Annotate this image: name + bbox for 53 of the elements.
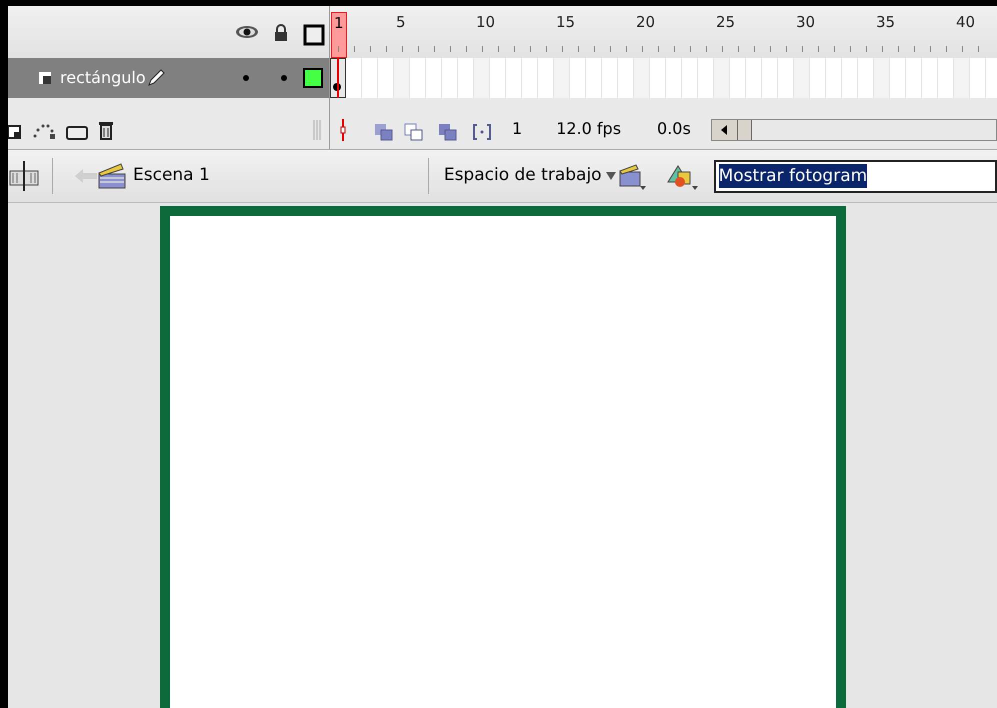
frame-cell[interactable] bbox=[634, 58, 650, 98]
resize-grip-icon[interactable] bbox=[313, 120, 321, 140]
frame-number: 30 bbox=[796, 12, 816, 32]
back-arrow-icon[interactable] bbox=[75, 168, 97, 184]
workspace-dropdown[interactable]: Espacio de trabajo bbox=[444, 163, 616, 189]
frame-cell[interactable] bbox=[394, 58, 410, 98]
outline-square-icon[interactable] bbox=[303, 24, 325, 46]
frame-cell[interactable] bbox=[714, 58, 730, 98]
timeline-toggle-icon[interactable] bbox=[8, 161, 40, 191]
dot-icon[interactable] bbox=[281, 75, 287, 81]
playhead-line bbox=[337, 58, 340, 98]
eye-icon[interactable] bbox=[235, 24, 259, 40]
frame-number: 15 bbox=[556, 12, 576, 32]
scene-name[interactable]: Escena 1 bbox=[133, 163, 210, 189]
lock-icon[interactable] bbox=[273, 24, 289, 42]
elapsed-time: 0.0s bbox=[657, 118, 691, 140]
horizontal-scrollbar[interactable] bbox=[710, 119, 997, 141]
current-frame-marker: 1 bbox=[331, 12, 347, 58]
clapperboard-icon[interactable] bbox=[97, 162, 127, 190]
frame-number: 40 bbox=[956, 12, 976, 32]
frame-cell[interactable] bbox=[554, 58, 570, 98]
onion-skin-icon[interactable] bbox=[374, 123, 394, 141]
frame-number: 10 bbox=[476, 12, 496, 32]
motion-guide-icon[interactable] bbox=[32, 122, 56, 140]
frame-number: 25 bbox=[716, 12, 736, 32]
frame-number: 35 bbox=[876, 12, 896, 32]
add-layer-icon[interactable] bbox=[8, 124, 22, 140]
edit-frames-icon[interactable] bbox=[438, 123, 458, 141]
zoom-value: Mostrar fotogram bbox=[718, 164, 868, 188]
frame-cell[interactable] bbox=[954, 58, 970, 98]
frame-rate: 12.0 fps bbox=[556, 118, 622, 140]
folder-icon[interactable] bbox=[66, 124, 88, 140]
frame-number: 20 bbox=[636, 12, 656, 32]
onion-outline-icon[interactable] bbox=[404, 123, 424, 141]
zoom-field[interactable]: Mostrar fotogram bbox=[714, 160, 997, 192]
outline-color-swatch[interactable] bbox=[303, 68, 323, 88]
onion-markers-icon[interactable] bbox=[472, 123, 492, 141]
scroll-left-button[interactable] bbox=[712, 120, 738, 140]
dropdown-arrow-icon bbox=[606, 172, 616, 180]
playhead-handle-icon[interactable] bbox=[340, 119, 346, 141]
layer-row[interactable]: rectángulo bbox=[8, 58, 330, 98]
frame-cell[interactable] bbox=[474, 58, 490, 98]
left-arrow-icon bbox=[721, 125, 728, 135]
frame-cell[interactable] bbox=[874, 58, 890, 98]
frame-number: 5 bbox=[396, 12, 406, 32]
scroll-thumb[interactable] bbox=[738, 120, 752, 140]
layer-name: rectángulo bbox=[60, 67, 146, 89]
frame-cell[interactable] bbox=[794, 58, 810, 98]
trash-icon[interactable] bbox=[98, 120, 114, 140]
current-frame: 1 bbox=[512, 117, 522, 141]
dot-icon[interactable] bbox=[243, 75, 249, 81]
pencil-icon[interactable] bbox=[146, 68, 166, 88]
layer-icon[interactable] bbox=[38, 71, 52, 85]
